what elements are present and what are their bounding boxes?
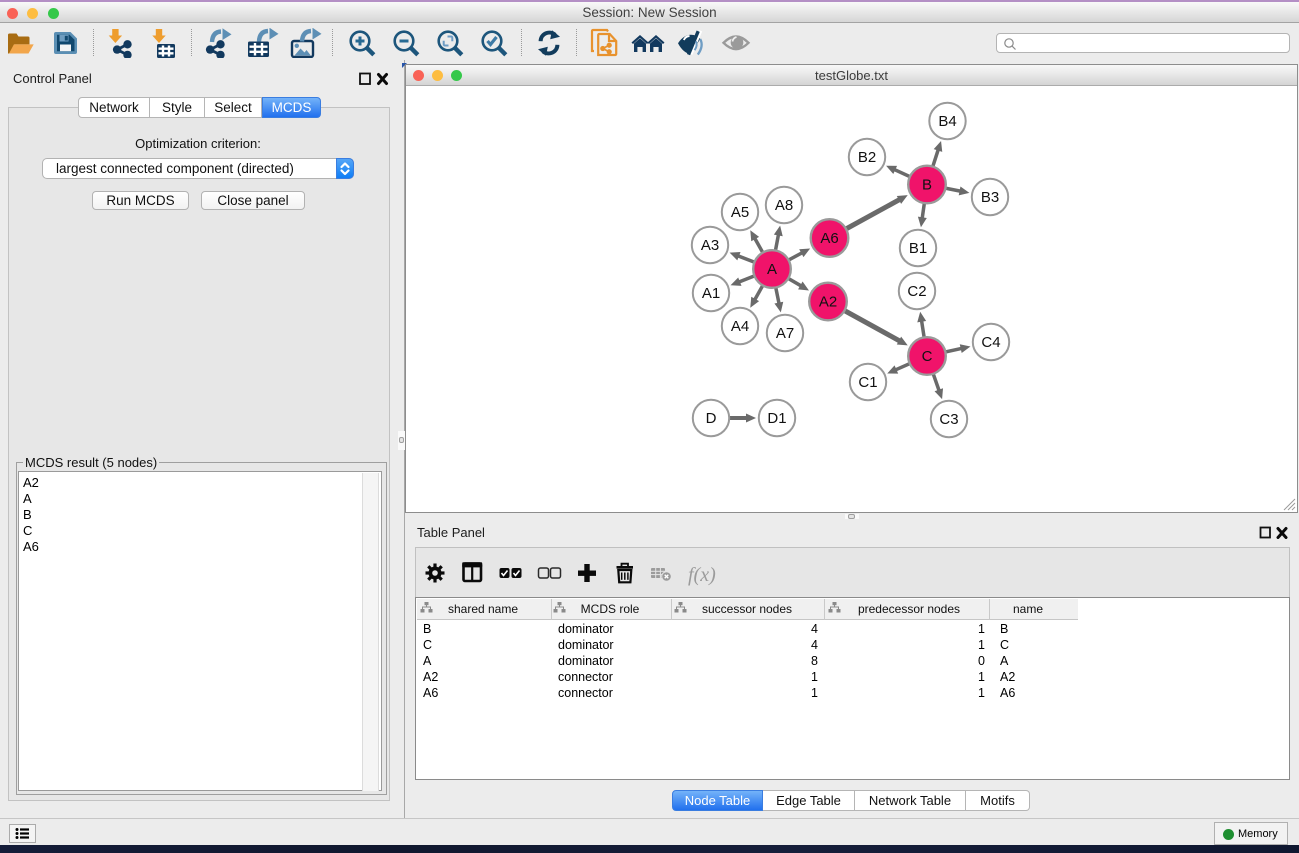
svg-text:A5: A5	[731, 204, 749, 221]
svg-text:A8: A8	[775, 197, 793, 214]
svg-text:C4: C4	[981, 334, 1000, 351]
svg-text:D: D	[706, 410, 717, 427]
svg-text:A6: A6	[820, 230, 838, 247]
svg-text:B: B	[922, 177, 932, 194]
svg-text:B1: B1	[909, 240, 927, 257]
svg-text:B3: B3	[981, 189, 999, 206]
svg-text:A3: A3	[701, 237, 719, 254]
svg-text:A: A	[767, 261, 777, 278]
svg-text:C1: C1	[858, 374, 877, 391]
svg-text:A1: A1	[702, 285, 720, 302]
svg-text:A7: A7	[776, 325, 794, 342]
svg-text:D1: D1	[767, 410, 786, 427]
svg-text:C3: C3	[939, 411, 958, 428]
svg-text:C: C	[922, 348, 933, 365]
svg-text:C2: C2	[907, 283, 926, 300]
svg-text:f(x): f(x)	[688, 564, 716, 586]
svg-text:A2: A2	[819, 294, 837, 311]
svg-text:B2: B2	[858, 149, 876, 166]
svg-text:B4: B4	[938, 113, 956, 130]
svg-text:A4: A4	[731, 318, 749, 335]
